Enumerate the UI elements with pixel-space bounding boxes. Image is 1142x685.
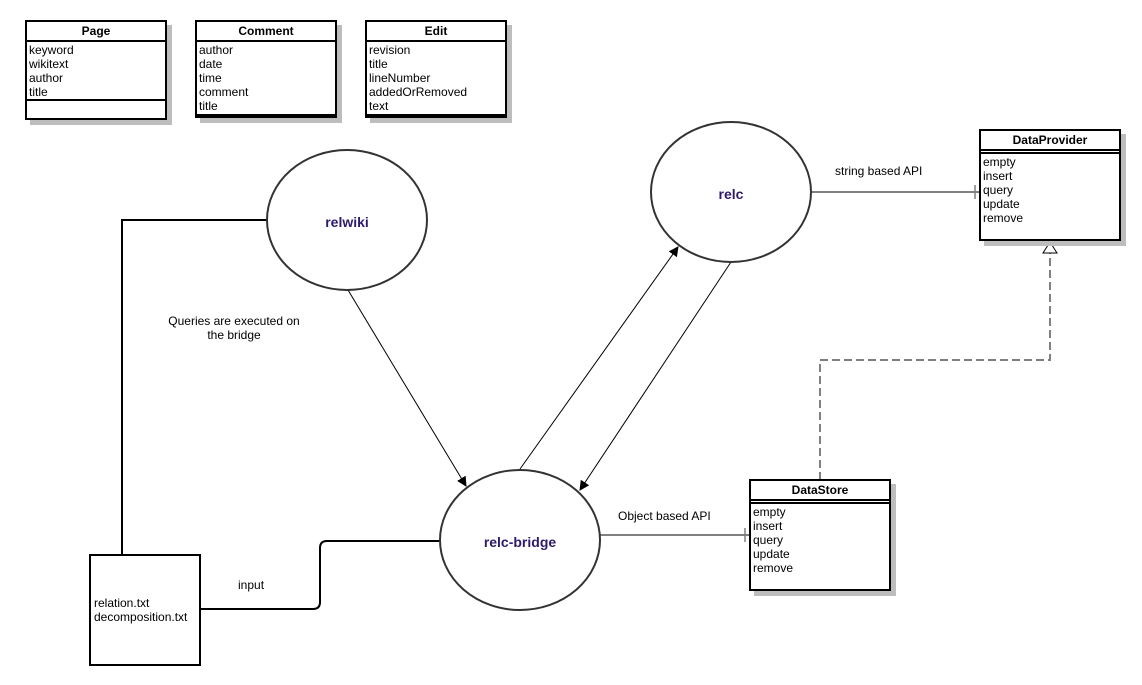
- method: insert: [753, 519, 783, 533]
- relc-label: relc: [718, 186, 744, 202]
- edit-class[interactable]: Edit revision title lineNumber addedOrRe…: [365, 20, 507, 118]
- comment-class[interactable]: Comment author date time comment title: [195, 20, 337, 118]
- data-store-title: DataStore: [751, 481, 889, 504]
- data-provider-methods: empty insert query update remove: [981, 154, 1119, 225]
- data-store-methods: empty insert query update remove: [751, 504, 889, 575]
- attribute: title: [199, 99, 218, 113]
- data-store-class[interactable]: DataStore empty insert query update remo…: [749, 479, 891, 591]
- data-provider-title: DataProvider: [981, 131, 1119, 154]
- relc-to-bridge-arrow[interactable]: [579, 261, 732, 491]
- page-methods: [27, 99, 165, 101]
- relwiki-file-connector[interactable]: [121, 219, 267, 555]
- relc-bridge-label: relc-bridge: [483, 534, 557, 550]
- data-provider-class[interactable]: DataProvider empty insert query update r…: [979, 129, 1121, 241]
- file-name: relation.txt: [94, 596, 150, 610]
- attribute: date: [199, 57, 223, 71]
- relwiki-to-bridge-arrow[interactable]: [347, 289, 467, 487]
- page-attributes: keyword wikitext author title: [27, 42, 165, 99]
- object-api-label: Object based API: [618, 509, 711, 523]
- queries-note-line: Queries are executed on: [168, 314, 300, 328]
- page-class[interactable]: Page keyword wikitext author title: [25, 20, 167, 120]
- attribute: lineNumber: [369, 71, 431, 85]
- attribute: wikitext: [29, 57, 69, 71]
- method: remove: [983, 211, 1024, 225]
- input-files-box[interactable]: relation.txt decomposition.txt: [89, 554, 201, 666]
- method: update: [983, 197, 1020, 211]
- method: remove: [753, 561, 794, 575]
- queries-note-line: the bridge: [207, 328, 261, 342]
- attribute: author: [29, 71, 64, 85]
- attribute: time: [199, 71, 222, 85]
- edit-class-title: Edit: [367, 22, 505, 42]
- bridge-to-relc-arrow[interactable]: [519, 246, 679, 470]
- comment-methods: [197, 114, 335, 116]
- attribute: addedOrRemoved: [369, 85, 468, 99]
- comment-attributes: author date time comment title: [197, 42, 335, 114]
- comment-class-title: Comment: [197, 22, 335, 42]
- attribute: keyword: [29, 43, 74, 57]
- file-input-connector[interactable]: [200, 540, 440, 610]
- attribute: author: [199, 43, 234, 57]
- attribute: title: [369, 57, 388, 71]
- method: update: [753, 547, 790, 561]
- method: empty: [753, 505, 786, 519]
- realization-connector[interactable]: [819, 253, 1051, 480]
- relwiki-label: relwiki: [325, 214, 369, 230]
- method: query: [983, 183, 1014, 197]
- attribute: revision: [369, 43, 411, 57]
- method: empty: [983, 155, 1016, 169]
- attribute: comment: [199, 85, 249, 99]
- string-api-label: string based API: [835, 164, 923, 178]
- page-class-title: Page: [27, 22, 165, 42]
- input-label: input: [238, 578, 265, 592]
- file-name: decomposition.txt: [94, 610, 188, 624]
- queries-note: Queries are executed on the bridge: [160, 314, 308, 342]
- edit-methods: [367, 114, 505, 116]
- edit-attributes: revision title lineNumber addedOrRemoved…: [367, 42, 505, 114]
- attribute: title: [29, 85, 48, 99]
- realization-triangle-icon: [1042, 241, 1058, 254]
- method: insert: [983, 169, 1013, 183]
- method: query: [753, 533, 784, 547]
- attribute: text: [369, 99, 389, 113]
